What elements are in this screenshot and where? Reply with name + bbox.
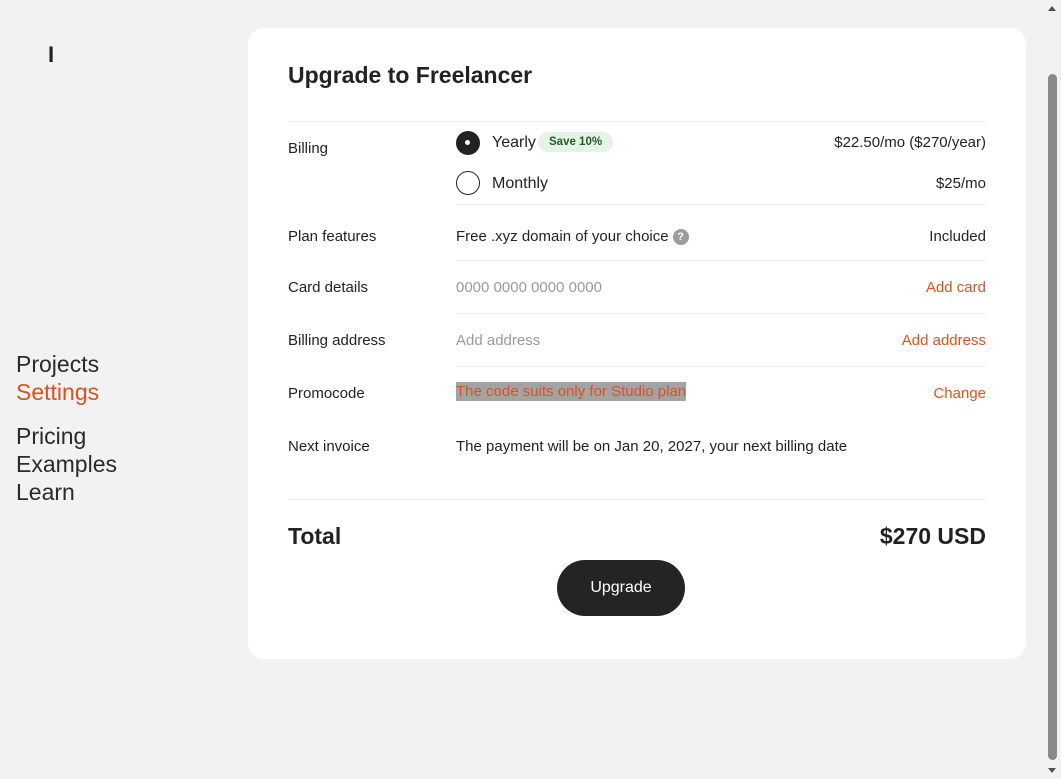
address-placeholder[interactable]: Add address [456,332,540,349]
divider [456,204,986,205]
divider [456,313,986,314]
nav-learn[interactable]: Learn [16,478,117,506]
scroll-down-arrow-icon[interactable] [1048,768,1056,773]
promocode-message-row: The code suits only for Studio plan [456,382,687,401]
yearly-radio[interactable] [456,131,480,155]
change-promocode-link[interactable]: Change [933,385,986,402]
upgrade-card: Upgrade to Freelancer Billing Yearly Sav… [248,28,1026,659]
total-label: Total [288,523,342,549]
next-invoice-label: Next invoice [288,438,370,455]
nav-projects[interactable]: Projects [16,350,117,378]
divider [288,499,986,500]
help-icon[interactable]: ? [672,229,689,245]
nav-pricing[interactable]: Pricing [16,422,117,450]
included-status: Included [929,228,986,245]
page-title: Upgrade to Freelancer [288,62,533,88]
add-card-link[interactable]: Add card [926,279,986,296]
side-nav: Projects Settings Pricing Examples Learn [16,350,117,506]
divider [288,121,986,122]
promocode-label: Promocode [288,385,365,402]
divider [456,366,986,367]
total-value: $270 USD [879,523,986,549]
monthly-radio[interactable] [456,171,480,195]
card-number-placeholder[interactable]: 0000 0000 0000 0000 [456,279,602,296]
plan-features-label: Plan features [288,228,377,245]
scroll-up-arrow-icon[interactable] [1048,6,1056,11]
save-badge: Save 10% [538,132,614,152]
card-details-label: Card details [288,279,369,296]
nav-settings[interactable]: Settings [16,378,117,406]
vertical-scrollbar[interactable] [1044,0,1061,779]
yearly-price: $22.50/mo ($270/year) [834,134,986,151]
logo[interactable]: I [48,42,54,68]
next-invoice-text: The payment will be on Jan 20, 2027, you… [456,438,848,455]
plan-feature-text: Free .xyz domain of your choice [456,228,669,245]
yearly-label[interactable]: Yearly [492,134,536,152]
add-address-link[interactable]: Add address [902,332,986,349]
divider [456,260,986,261]
monthly-label[interactable]: Monthly [492,175,548,193]
billing-address-label: Billing address [288,332,386,349]
nav-examples[interactable]: Examples [16,450,117,478]
monthly-price: $25/mo [935,175,986,192]
billing-label: Billing [288,140,329,157]
upgrade-button[interactable]: Upgrade [557,560,685,616]
scroll-thumb[interactable] [1048,74,1057,760]
promocode-error: The code suits only for Studio plan [456,382,687,401]
plan-features-row: Free .xyz domain of your choice? [456,228,689,245]
